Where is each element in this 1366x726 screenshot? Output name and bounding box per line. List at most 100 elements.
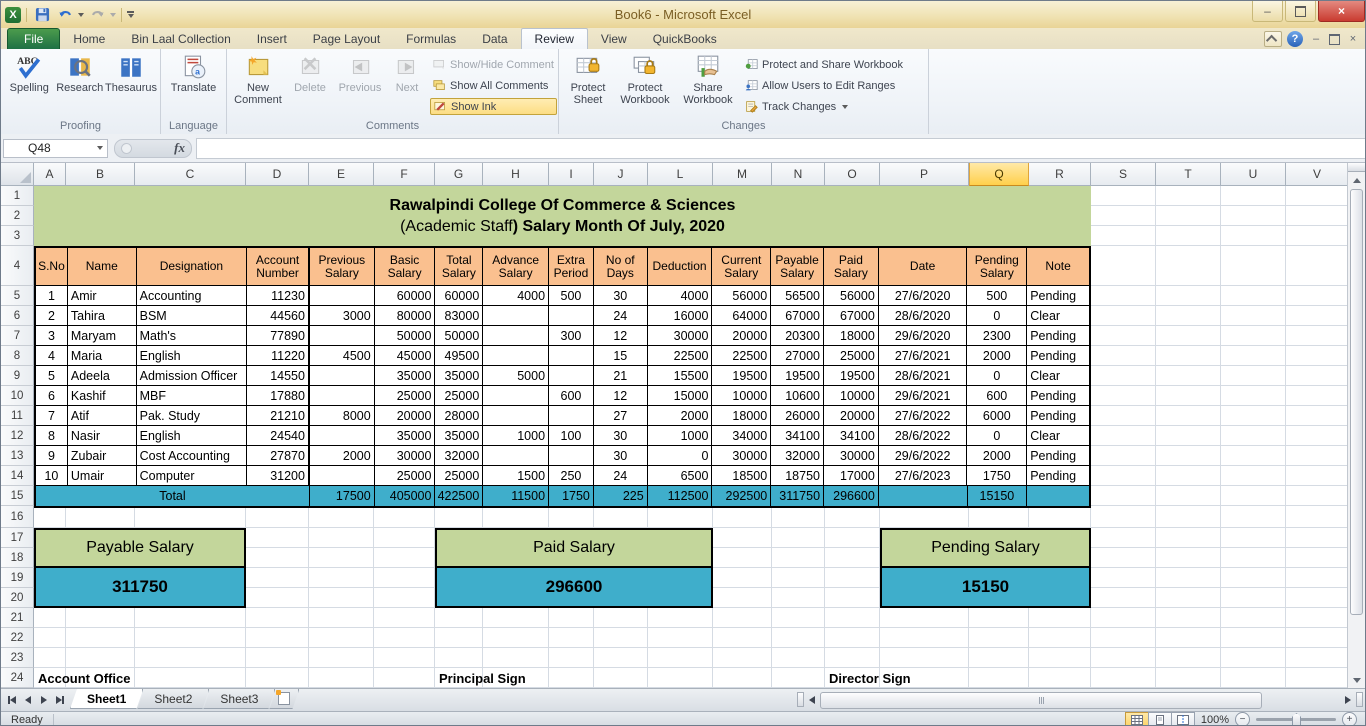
- zoom-level[interactable]: 100%: [1201, 714, 1229, 726]
- row-header-10[interactable]: 10: [1, 386, 34, 406]
- cell[interactable]: [549, 346, 594, 366]
- cell[interactable]: Kashif: [68, 386, 137, 406]
- cell[interactable]: 32000: [771, 446, 824, 466]
- cell[interactable]: 15500: [648, 366, 713, 386]
- cell[interactable]: 30000: [375, 446, 436, 466]
- horizontal-scrollbar[interactable]: [797, 691, 1363, 708]
- table-header-cell-deduction[interactable]: Deduction: [648, 248, 713, 286]
- cell[interactable]: 500: [967, 286, 1027, 306]
- normal-view-button[interactable]: [1125, 712, 1149, 726]
- row-header-7[interactable]: 7: [1, 326, 34, 346]
- undo-dropdown-caret[interactable]: [78, 13, 84, 17]
- table-header-cell-note[interactable]: Note: [1027, 248, 1089, 286]
- column-header-G[interactable]: G: [435, 163, 483, 186]
- total-cell[interactable]: 292500: [712, 486, 771, 506]
- cell[interactable]: 2000: [967, 346, 1027, 366]
- cell[interactable]: 35000: [435, 366, 483, 386]
- cell[interactable]: 29/6/2021: [879, 386, 968, 406]
- cell[interactable]: 67000: [771, 306, 824, 326]
- horizontal-scroll-track[interactable]: [820, 692, 1340, 707]
- research-button[interactable]: Research: [55, 52, 106, 94]
- cell[interactable]: English: [137, 346, 248, 366]
- row-header-22[interactable]: 22: [1, 628, 34, 648]
- scroll-right-button[interactable]: [1340, 692, 1356, 707]
- cell[interactable]: 8: [36, 426, 68, 446]
- cell[interactable]: 3: [36, 326, 68, 346]
- cell[interactable]: Pending: [1027, 386, 1089, 406]
- cell[interactable]: Pak. Study: [137, 406, 248, 426]
- previous-sheet-button[interactable]: [21, 694, 34, 707]
- cell[interactable]: 18000: [712, 406, 771, 426]
- cell[interactable]: 8000: [310, 406, 375, 426]
- restore-button[interactable]: [1285, 1, 1316, 22]
- cell[interactable]: 27000: [771, 346, 824, 366]
- payable-salary-value[interactable]: 311750: [36, 568, 244, 606]
- ribbon-tab-bin-laal-collection[interactable]: Bin Laal Collection: [118, 29, 243, 49]
- cell[interactable]: 27/6/2020: [879, 286, 968, 306]
- cell[interactable]: 19500: [824, 366, 879, 386]
- page-break-preview-button[interactable]: [1171, 712, 1195, 726]
- sheet-cells[interactable]: Rawalpindi College Of Commerce & Science…: [34, 186, 1349, 688]
- cell[interactable]: 60000: [435, 286, 483, 306]
- cell[interactable]: 21210: [247, 406, 310, 426]
- cell[interactable]: Maryam: [68, 326, 137, 346]
- cell[interactable]: 10000: [824, 386, 879, 406]
- cell[interactable]: Maria: [68, 346, 137, 366]
- save-button[interactable]: [32, 6, 52, 24]
- paid-salary-value[interactable]: 296600: [437, 568, 711, 606]
- total-cell[interactable]: 225: [594, 486, 648, 506]
- cell[interactable]: 6000: [967, 406, 1027, 426]
- cell[interactable]: 2000: [967, 446, 1027, 466]
- cell[interactable]: 1750: [967, 466, 1027, 486]
- zoom-in-button[interactable]: +: [1342, 712, 1357, 726]
- thesaurus-button[interactable]: Thesaurus: [105, 52, 157, 94]
- cell[interactable]: 34000: [712, 426, 771, 446]
- total-cell[interactable]: 405000: [375, 486, 436, 506]
- column-header-R[interactable]: R: [1029, 163, 1091, 186]
- cell[interactable]: 1000: [648, 426, 713, 446]
- cell[interactable]: 30000: [712, 446, 771, 466]
- scroll-up-button[interactable]: [1348, 172, 1365, 188]
- cell[interactable]: 77890: [247, 326, 310, 346]
- cell[interactable]: Zubair: [68, 446, 137, 466]
- cell[interactable]: 15000: [648, 386, 713, 406]
- horizontal-scroll-thumb[interactable]: [820, 692, 1262, 709]
- cell[interactable]: 5000: [483, 366, 549, 386]
- cell[interactable]: 600: [549, 386, 594, 406]
- help-button[interactable]: ?: [1287, 31, 1303, 47]
- cell[interactable]: 29/6/2020: [879, 326, 968, 346]
- column-header-T[interactable]: T: [1156, 163, 1221, 186]
- cell[interactable]: 25000: [824, 346, 879, 366]
- cell[interactable]: 11220: [247, 346, 310, 366]
- vertical-scrollbar[interactable]: [1347, 163, 1365, 688]
- row-header-16[interactable]: 16: [1, 506, 34, 528]
- table-header-cell-designation[interactable]: Designation: [137, 248, 248, 286]
- row-header-9[interactable]: 9: [1, 366, 34, 386]
- column-header-N[interactable]: N: [772, 163, 825, 186]
- cell[interactable]: 7: [36, 406, 68, 426]
- total-cell[interactable]: 1750: [549, 486, 594, 506]
- minimize-button[interactable]: –: [1252, 1, 1283, 22]
- cell[interactable]: 2000: [310, 446, 375, 466]
- cell[interactable]: 44560: [247, 306, 310, 326]
- table-header-cell-previous-salary[interactable]: Previous Salary: [310, 248, 375, 286]
- table-header-cell-total-salary[interactable]: Total Salary: [435, 248, 483, 286]
- cell[interactable]: [310, 326, 375, 346]
- column-header-C[interactable]: C: [135, 163, 246, 186]
- total-cell[interactable]: 17500: [310, 486, 375, 506]
- cell[interactable]: 19500: [771, 366, 824, 386]
- row-header-1[interactable]: 1: [1, 186, 34, 206]
- cell[interactable]: 10600: [771, 386, 824, 406]
- row-header-13[interactable]: 13: [1, 446, 34, 466]
- row-header-23[interactable]: 23: [1, 648, 34, 668]
- cell[interactable]: 26000: [771, 406, 824, 426]
- total-cell[interactable]: 15150: [968, 486, 1028, 506]
- cell[interactable]: 4: [36, 346, 68, 366]
- cell[interactable]: 14550: [247, 366, 310, 386]
- cell[interactable]: 35000: [375, 426, 436, 446]
- cell[interactable]: 45000: [375, 346, 436, 366]
- row-header-4[interactable]: 4: [1, 246, 34, 286]
- name-box[interactable]: Q48: [3, 139, 108, 158]
- row-header-6[interactable]: 6: [1, 306, 34, 326]
- total-cell[interactable]: [879, 486, 968, 506]
